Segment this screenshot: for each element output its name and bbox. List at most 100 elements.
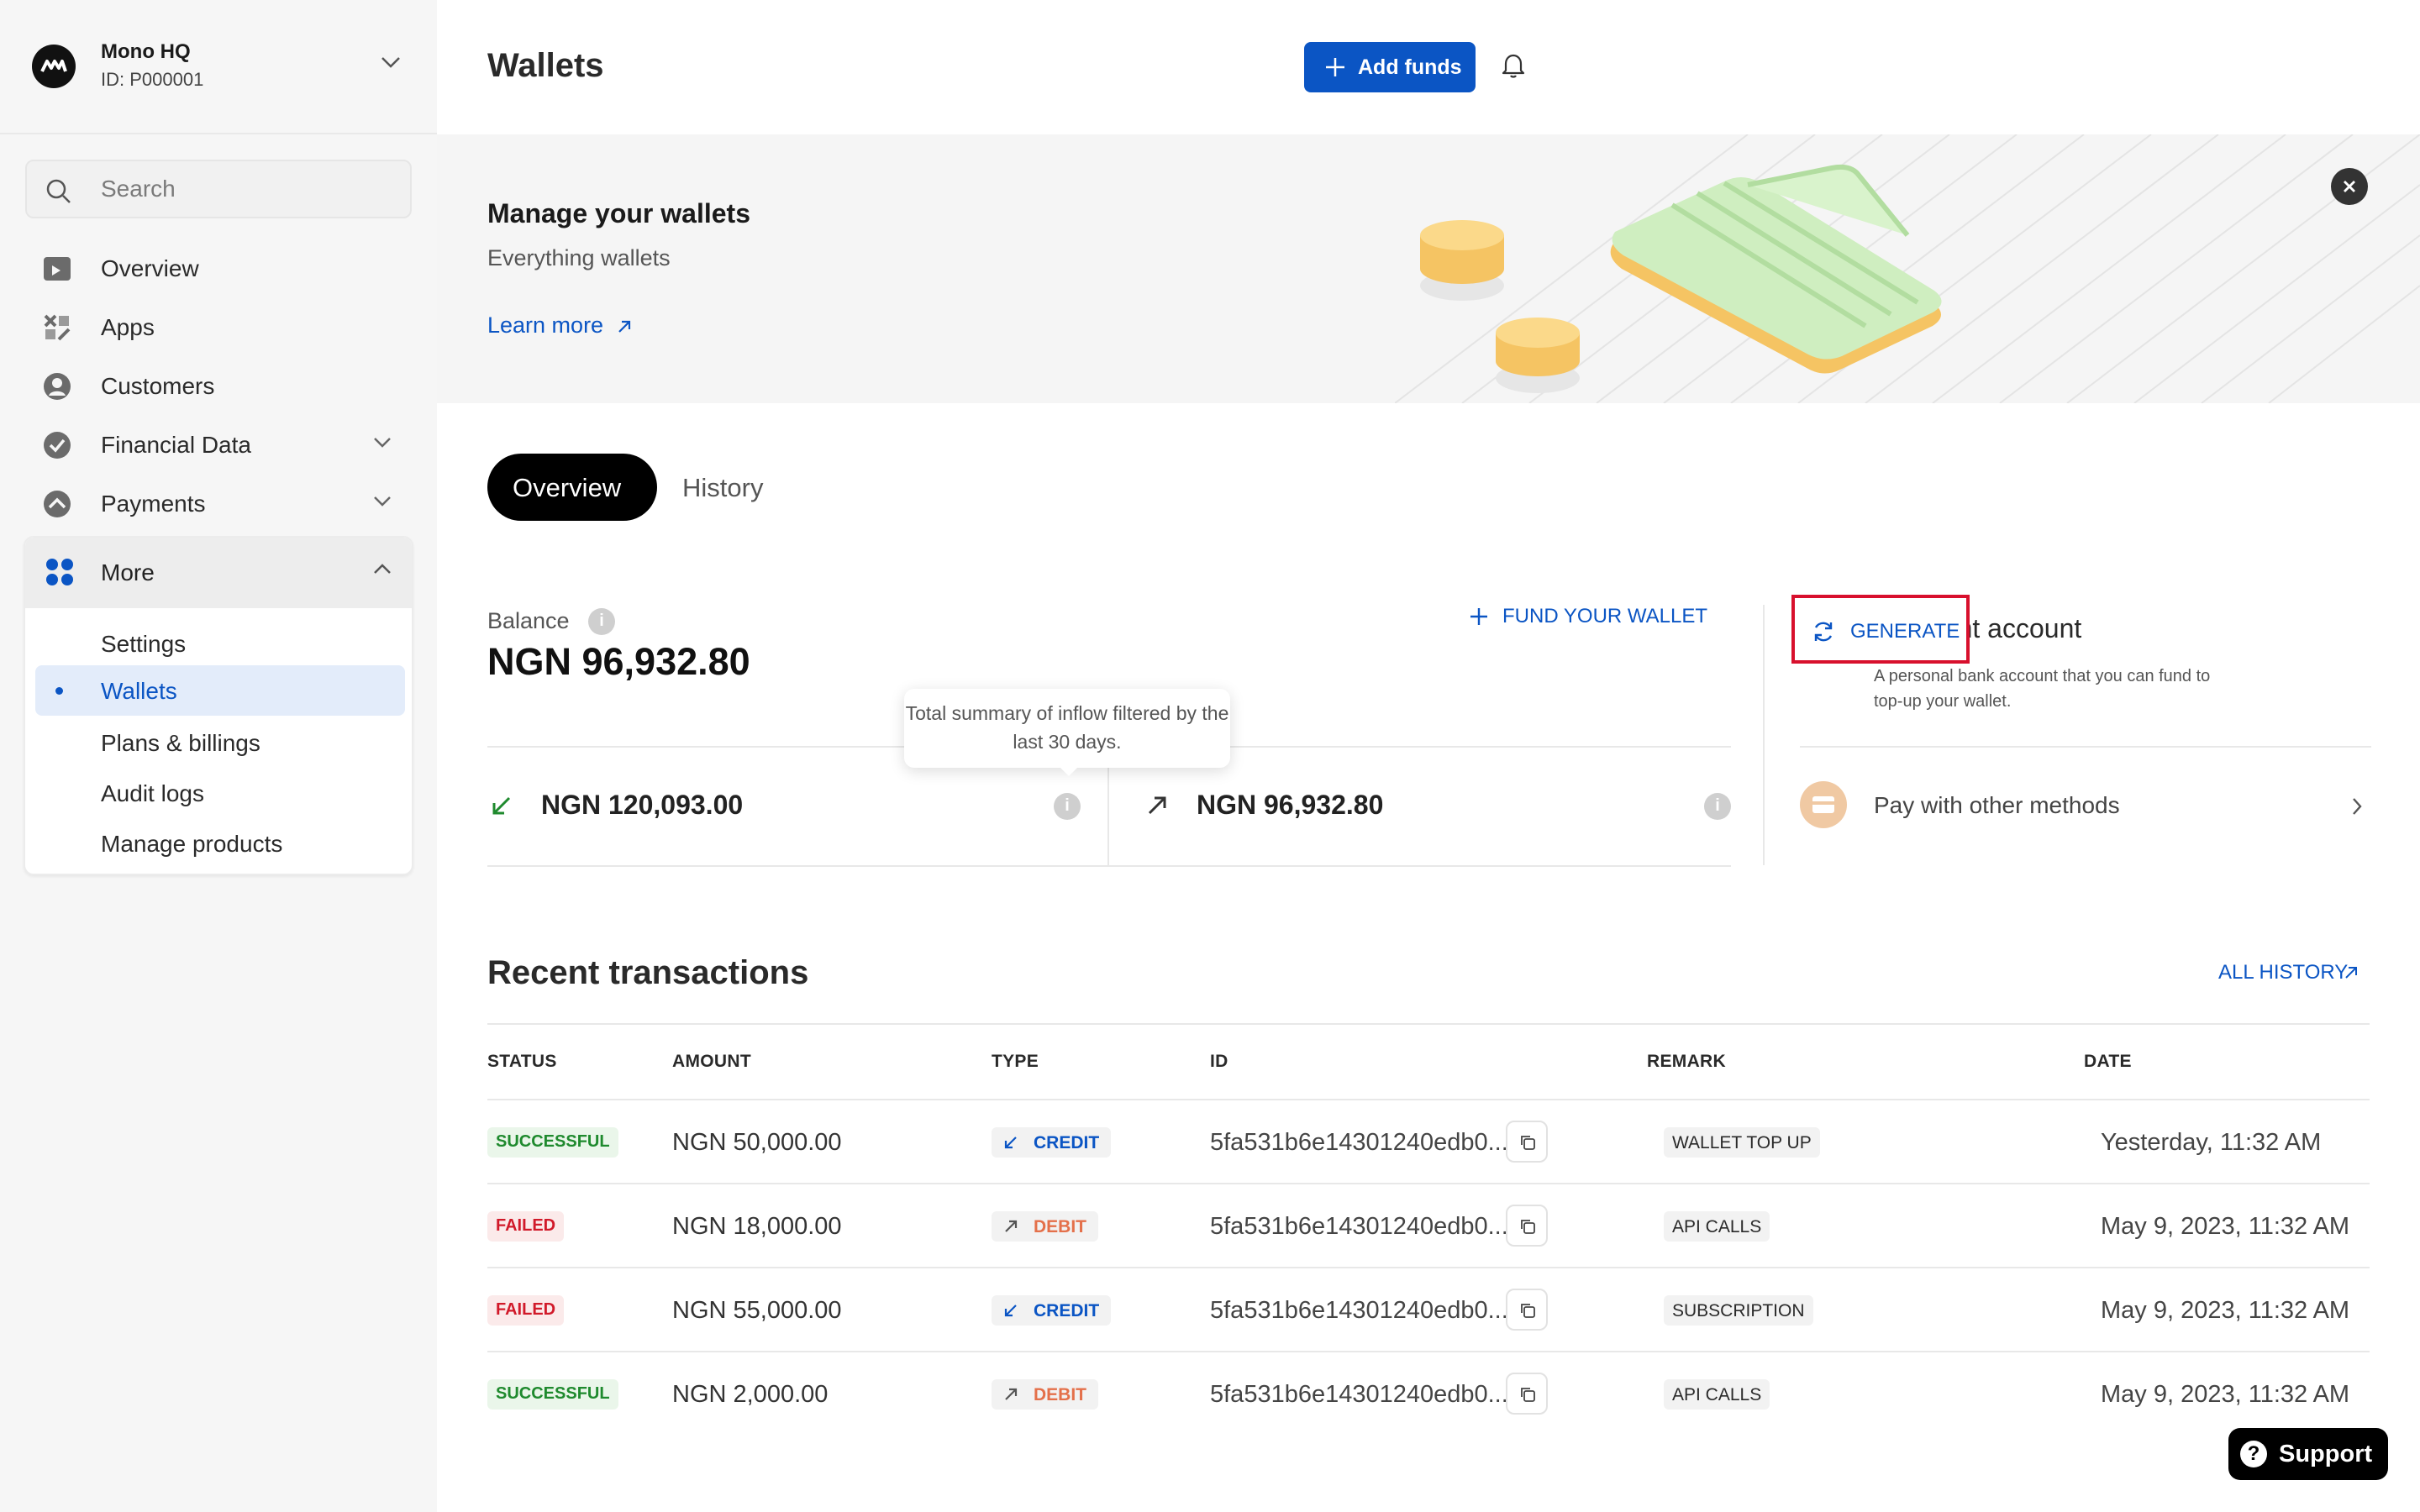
sidebar-subitem-manage-products[interactable]: Manage products: [35, 818, 405, 869]
info-icon[interactable]: i: [1054, 793, 1081, 820]
sidebar-subitem-plans-billings[interactable]: Plans & billings: [35, 717, 405, 768]
search-icon: [46, 179, 71, 203]
tab-history[interactable]: History: [671, 454, 788, 521]
sidebar-subitem-audit-logs[interactable]: Audit logs: [35, 768, 405, 818]
type-label: DEBIT: [1034, 1385, 1086, 1404]
arrow-up-right-icon: [1148, 796, 1166, 815]
plus-icon: [1326, 58, 1344, 76]
wallets-banner: Manage your wallets Everything wallets L…: [437, 134, 2420, 403]
active-dot: [55, 687, 63, 695]
transaction-id: 5fa531b6e14301240edb0...: [1210, 1297, 1508, 1324]
payment-account-description: A personal bank account that you can fun…: [1874, 667, 2211, 711]
add-funds-label: Add funds: [1358, 55, 1462, 79]
column-header-date: DATE: [2084, 1052, 2132, 1071]
close-banner-button[interactable]: [2331, 168, 2368, 205]
copy-button[interactable]: [1506, 1373, 1548, 1415]
column-header-remark: REMARK: [1647, 1052, 1726, 1071]
all-history-link[interactable]: ALL HISTORY: [2218, 961, 2357, 984]
inflow-tooltip: Total summary of inflow filtered by the …: [904, 689, 1230, 776]
sidebar-item-label: Financial Data: [101, 432, 251, 458]
table-row[interactable]: FAILED NGN 18,000.00 DEBIT 5fa531b6e1430…: [487, 1184, 2370, 1268]
column-header-type: TYPE: [992, 1052, 1039, 1071]
sidebar-item-customers[interactable]: Customers: [25, 360, 412, 413]
support-label: Support: [2279, 1441, 2373, 1467]
pay-other-methods[interactable]: Pay with other methods: [1874, 792, 2120, 819]
divider: [1763, 605, 1765, 865]
type-label: DEBIT: [1034, 1217, 1086, 1236]
amount-cell: NGN 55,000.00: [672, 1297, 842, 1324]
divider: [487, 865, 1731, 867]
copy-button[interactable]: [1506, 1121, 1548, 1163]
table-row[interactable]: FAILED NGN 55,000.00 CREDIT 5fa531b6e143…: [487, 1268, 2370, 1352]
close-icon: [2344, 181, 2355, 192]
search-input[interactable]: [101, 171, 387, 207]
table-row[interactable]: SUCCESSFUL NGN 2,000.00 DEBIT 5fa531b6e1…: [487, 1352, 2370, 1436]
date-cell: Yesterday, 11:32 AM: [2101, 1129, 2322, 1156]
sidebar-item-label: Overview: [101, 255, 199, 281]
sidebar-item-label: Apps: [101, 314, 155, 340]
amount-cell: NGN 18,000.00: [672, 1213, 842, 1240]
sidebar-subitem-wallets[interactable]: Wallets: [35, 665, 405, 716]
type-badge: CREDIT: [992, 1127, 1112, 1158]
tab-label: History: [682, 473, 764, 502]
sidebar-item-overview[interactable]: Overview: [25, 242, 412, 296]
sidebar-item-financial-data[interactable]: Financial Data: [25, 418, 412, 472]
sidebar-item-payments[interactable]: Payments: [25, 477, 412, 531]
balance-value: NGN 96,932.80: [487, 640, 750, 683]
refresh-icon: [1814, 622, 1833, 642]
chevron-down-icon: [374, 438, 391, 448]
bell-icon[interactable]: [1501, 52, 1526, 79]
transaction-id: 5fa531b6e14301240edb0...: [1210, 1213, 1508, 1240]
status-badge: SUCCESSFUL: [487, 1379, 618, 1410]
sidebar-item-label: Payments: [101, 491, 206, 517]
copy-icon: [1521, 1304, 1535, 1318]
outflow-summary: NGN 96,932.80: [1146, 790, 1692, 823]
sidebar-subitem-label: Settings: [101, 631, 187, 657]
sidebar-subitem-settings[interactable]: Settings: [35, 618, 405, 669]
learn-more-link[interactable]: Learn more: [487, 312, 631, 339]
financial-data-icon: [44, 432, 71, 459]
sidebar-item-more[interactable]: More: [25, 538, 412, 608]
copy-button[interactable]: [1506, 1205, 1548, 1247]
add-funds-button[interactable]: Add funds: [1304, 42, 1476, 92]
search-box: [25, 160, 412, 218]
type-badge: CREDIT: [992, 1295, 1112, 1326]
payments-icon: [44, 491, 71, 517]
generate-button[interactable]: GENERATE: [1791, 595, 1970, 664]
sidebar: Mono HQ ID: P000001 Overview Apps Custom…: [0, 0, 437, 1512]
sidebar-item-apps[interactable]: Apps: [25, 301, 412, 354]
tab-overview[interactable]: Overview: [487, 454, 657, 521]
sidebar-subitem-label: Wallets: [101, 678, 177, 704]
date-cell: May 9, 2023, 11:32 AM: [2101, 1297, 2350, 1324]
apps-icon: [44, 314, 71, 341]
divider: [0, 133, 437, 134]
remark-badge: API CALLS: [1664, 1379, 1770, 1410]
plus-icon: [1470, 608, 1487, 625]
arrow-up-right-icon: [1005, 1388, 1018, 1400]
info-icon[interactable]: i: [588, 608, 615, 635]
copy-button[interactable]: [1506, 1289, 1548, 1331]
org-switcher[interactable]: Mono HQ ID: P000001: [32, 40, 402, 94]
banner-subtitle: Everything wallets: [487, 245, 671, 270]
remark-badge: API CALLS: [1664, 1211, 1770, 1242]
generate-label: GENERATE: [1850, 620, 1960, 643]
support-button[interactable]: ? Support: [2228, 1428, 2388, 1480]
info-icon[interactable]: i: [1704, 793, 1731, 820]
table-row[interactable]: SUCCESSFUL NGN 50,000.00 CREDIT 5fa531b6…: [487, 1100, 2370, 1184]
more-section: More Settings Wallets Plans & billings A…: [24, 536, 413, 875]
status-badge: SUCCESSFUL: [487, 1127, 618, 1158]
chevron-right-icon[interactable]: [2351, 796, 2363, 816]
overview-icon: [44, 257, 71, 281]
amount-cell: NGN 50,000.00: [672, 1129, 842, 1156]
column-header-id: ID: [1210, 1052, 1228, 1071]
copy-icon: [1521, 1220, 1535, 1234]
customer-icon: [44, 373, 71, 400]
sidebar-item-label: Customers: [101, 373, 215, 399]
copy-icon: [1521, 1388, 1535, 1402]
all-history-label: ALL HISTORY: [2218, 961, 2349, 984]
type-badge: DEBIT: [992, 1379, 1098, 1410]
copy-icon: [1521, 1136, 1535, 1150]
sidebar-subitem-label: Audit logs: [101, 780, 204, 806]
arrow-down-left-icon: [1004, 1305, 1017, 1317]
fund-wallet-link[interactable]: FUND YOUR WALLET: [1470, 605, 1707, 628]
